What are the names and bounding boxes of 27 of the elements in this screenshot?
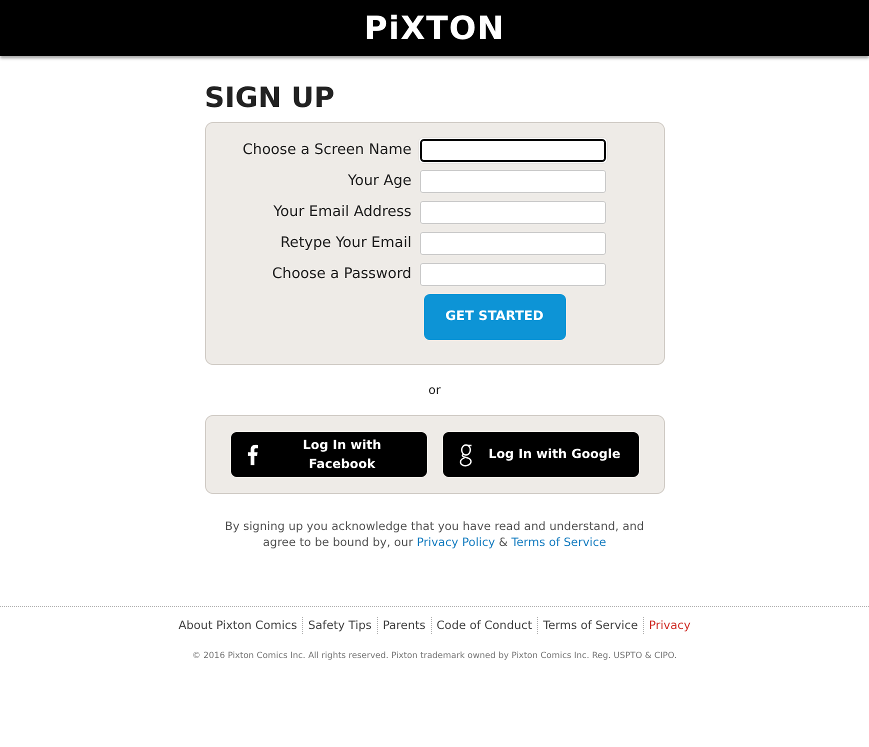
footer-link[interactable]: Parents <box>376 617 430 634</box>
input-field[interactable] <box>420 232 606 255</box>
field-label: Your Age <box>346 172 412 191</box>
privacy-policy-link[interactable]: Privacy Policy <box>416 535 496 549</box>
footer-link[interactable]: About Pixton Comics <box>173 617 302 634</box>
footer-link[interactable]: Privacy <box>642 617 696 634</box>
google-icon <box>458 442 472 466</box>
footer-link[interactable]: Code of Conduct <box>430 617 538 634</box>
input-field[interactable] <box>420 170 606 193</box>
logo[interactable]: PiXTON <box>364 12 505 44</box>
facebook-icon <box>246 444 258 466</box>
field-label: Choose a Screen Name <box>242 140 412 160</box>
input-field[interactable] <box>420 263 606 286</box>
field-label: Your Email Address <box>272 202 412 222</box>
google-login-button[interactable]: Log In with Google <box>442 432 638 477</box>
page-title: SIGN UP <box>204 84 336 112</box>
footer-link[interactable]: Terms of Service <box>537 617 643 634</box>
input-field[interactable] <box>420 139 606 162</box>
terms-link[interactable]: Terms of Service <box>511 535 606 549</box>
field-label: Retype Your Email <box>279 234 412 253</box>
copyright-text: © 2016 Pixton Comics Inc. All rights reserved. Pixton trademark owned by Pixton Comics Inc. Reg. USPTO & CIPO. <box>191 650 678 663</box>
legal-notice: By signing up you acknowledge that you have read and understand, and agree to be bound by, our Privacy Policy & Terms of Service <box>224 518 646 550</box>
field-label: Choose a Password <box>271 264 412 284</box>
footer-link[interactable]: Safety Tips <box>302 617 377 634</box>
or-separator: or <box>427 382 442 399</box>
input-field[interactable] <box>420 201 606 224</box>
facebook-login-button[interactable]: Log In with Facebook <box>230 432 426 477</box>
